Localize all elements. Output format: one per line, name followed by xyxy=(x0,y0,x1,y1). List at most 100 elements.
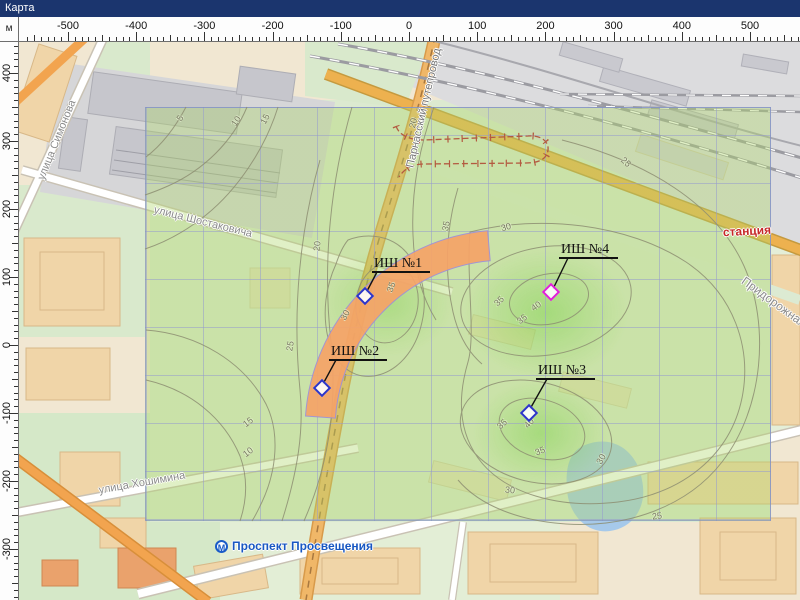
h-ruler-tick xyxy=(341,32,342,41)
v-ruler-tick xyxy=(14,59,18,60)
v-ruler-tick xyxy=(14,155,18,156)
h-ruler-tick xyxy=(764,37,765,41)
h-ruler-tick xyxy=(293,37,294,41)
window-title-bar[interactable]: Карта xyxy=(0,0,800,17)
v-ruler-tick xyxy=(12,379,18,380)
survey-point-label: ИШ №2 xyxy=(331,344,379,360)
contour-value-label: 35 xyxy=(533,444,546,457)
contour-value-label: 30 xyxy=(500,221,512,233)
h-ruler-tick xyxy=(580,35,581,41)
v-ruler-tick xyxy=(14,454,18,455)
h-ruler-tick xyxy=(627,37,628,41)
v-ruler-label: -200 xyxy=(1,470,13,492)
h-ruler-tick xyxy=(61,37,62,41)
v-ruler-tick xyxy=(14,488,18,489)
contour-value-label: 30 xyxy=(338,308,352,322)
h-ruler-tick xyxy=(157,37,158,41)
h-ruler-tick xyxy=(402,37,403,41)
h-ruler-tick xyxy=(573,37,574,41)
survey-point-label-underline xyxy=(536,378,595,380)
h-ruler-label: 0 xyxy=(406,20,412,32)
h-ruler-tick xyxy=(198,37,199,41)
v-ruler-tick xyxy=(14,399,18,400)
v-ruler-tick xyxy=(14,257,18,258)
h-ruler-tick xyxy=(163,37,164,41)
v-ruler-label: 400 xyxy=(1,64,13,82)
h-ruler-tick xyxy=(266,37,267,41)
v-ruler-tick xyxy=(14,161,18,162)
h-ruler-tick xyxy=(525,37,526,41)
contour-value-label: 35 xyxy=(440,220,452,232)
survey-point-marker[interactable] xyxy=(542,283,560,301)
v-ruler-tick xyxy=(14,352,18,353)
v-ruler-tick xyxy=(14,229,18,230)
h-ruler-tick xyxy=(170,35,171,41)
h-ruler-tick xyxy=(95,37,96,41)
vertical-ruler: 4003002001000-100-200-300 xyxy=(0,42,19,600)
v-ruler-label: 200 xyxy=(1,200,13,218)
survey-point-label-underline xyxy=(372,271,430,273)
v-ruler-tick xyxy=(14,297,18,298)
h-ruler-tick xyxy=(491,37,492,41)
h-ruler-label: 200 xyxy=(536,20,554,32)
ruler-unit-box: м xyxy=(0,17,19,42)
h-ruler-tick xyxy=(655,37,656,41)
h-ruler-tick xyxy=(279,37,280,41)
v-ruler-tick xyxy=(12,447,18,448)
v-ruler-tick xyxy=(14,597,18,598)
v-ruler-tick xyxy=(14,318,18,319)
v-ruler-tick xyxy=(14,576,18,577)
h-ruler-tick xyxy=(436,37,437,41)
v-ruler-tick xyxy=(14,359,18,360)
h-ruler-label: -300 xyxy=(193,20,215,32)
h-ruler-tick xyxy=(389,37,390,41)
v-ruler-tick xyxy=(14,406,18,407)
h-ruler-tick xyxy=(348,37,349,41)
v-ruler-tick xyxy=(12,515,18,516)
h-ruler-tick xyxy=(416,37,417,41)
h-ruler-tick xyxy=(539,37,540,41)
v-ruler-tick xyxy=(14,100,18,101)
survey-point-marker[interactable] xyxy=(356,287,374,305)
h-ruler-tick xyxy=(334,37,335,41)
h-ruler-label: -100 xyxy=(330,20,352,32)
v-ruler-tick xyxy=(14,236,18,237)
v-ruler-tick xyxy=(14,148,18,149)
contour-value-label: 10 xyxy=(241,445,255,459)
h-ruler-tick xyxy=(204,32,205,41)
h-ruler-tick xyxy=(232,37,233,41)
h-ruler-tick xyxy=(88,37,89,41)
h-ruler-tick xyxy=(252,37,253,41)
h-ruler-tick xyxy=(273,32,274,41)
survey-point-label: ИШ №3 xyxy=(538,363,586,379)
h-ruler-tick xyxy=(709,37,710,41)
v-ruler-tick xyxy=(14,291,18,292)
h-ruler-tick xyxy=(648,35,649,41)
h-ruler-tick xyxy=(784,35,785,41)
h-ruler-tick xyxy=(730,37,731,41)
survey-point-marker[interactable] xyxy=(520,404,538,422)
v-ruler-tick xyxy=(14,304,18,305)
v-ruler-label: 300 xyxy=(1,132,13,150)
v-ruler-tick xyxy=(14,202,18,203)
h-ruler-label: 500 xyxy=(741,20,759,32)
h-ruler-tick xyxy=(695,37,696,41)
h-ruler-tick xyxy=(409,32,410,41)
h-ruler-tick xyxy=(443,35,444,41)
h-ruler-tick xyxy=(143,37,144,41)
h-ruler-tick xyxy=(34,35,35,41)
h-ruler-tick xyxy=(27,37,28,41)
h-ruler-tick xyxy=(320,37,321,41)
v-ruler-tick xyxy=(14,563,18,564)
h-ruler-tick xyxy=(423,37,424,41)
survey-point-label: ИШ №4 xyxy=(561,242,609,258)
v-ruler-tick xyxy=(14,338,18,339)
h-ruler-tick xyxy=(477,32,478,41)
survey-point-marker[interactable] xyxy=(313,379,331,397)
h-ruler-tick xyxy=(368,37,369,41)
h-ruler-tick xyxy=(395,37,396,41)
h-ruler-tick xyxy=(314,37,315,41)
v-ruler-tick xyxy=(14,440,18,441)
v-ruler-tick xyxy=(14,270,18,271)
h-ruler-tick xyxy=(791,37,792,41)
